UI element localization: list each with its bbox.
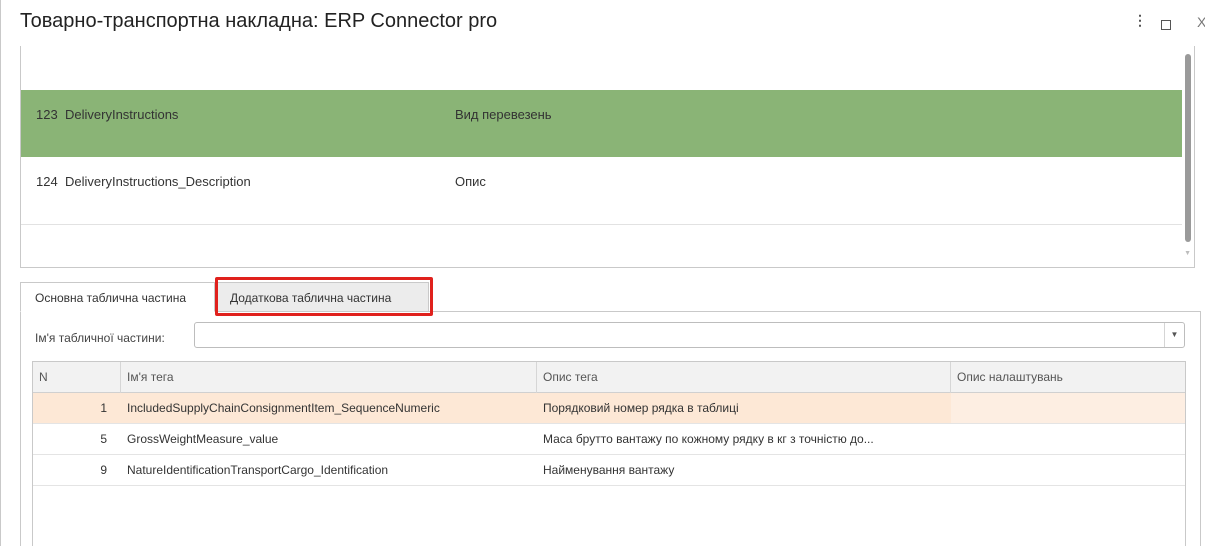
tags-table[interactable]: N Ім'я тега Опис тега Опис налаштувань 1… — [32, 361, 1186, 546]
column-header-settings-description[interactable]: Опис налаштувань — [951, 362, 1185, 393]
cell-tag-name: NatureIdentificationTransportCargo_Ident… — [127, 463, 389, 477]
column-header-tag-description[interactable]: Опис тега — [537, 362, 951, 393]
row-number: 124 — [36, 174, 58, 189]
column-header-n[interactable]: N — [33, 362, 121, 393]
row-tag-description: Вид перевезень — [455, 107, 552, 122]
table-header: N Ім'я тега Опис тега Опис налаштувань — [33, 362, 1185, 393]
table-row[interactable]: 9 NatureIdentificationTransportCargo_Ide… — [33, 455, 1185, 486]
cell-settings-description — [951, 455, 1185, 485]
tab-additional-table-part[interactable]: Додаткова таблична частина — [217, 282, 429, 312]
column-header-tag-name[interactable]: Ім'я тега — [121, 362, 537, 393]
cell-settings-description — [951, 424, 1185, 454]
cell-n: 9 — [100, 463, 107, 477]
cell-n: 1 — [100, 401, 107, 415]
row-number: 123 — [36, 107, 58, 122]
chevron-down-icon[interactable]: ▼ — [1164, 323, 1184, 347]
table-part-name-label: Ім'я табличної частини: — [35, 331, 165, 345]
cell-tag-description: Найменування вантажу — [543, 463, 675, 477]
cell-tag-description: Порядковий номер рядка в таблиці — [543, 401, 739, 415]
close-icon[interactable]: X — [1197, 14, 1205, 30]
scroll-down-icon[interactable]: ▼ — [1184, 250, 1191, 257]
list-item[interactable]: 123 DeliveryInstructions Вид перевезень — [21, 90, 1182, 157]
list-item[interactable]: 124 DeliveryInstructions_Description Опи… — [21, 157, 1182, 224]
window-title: Товарно-транспортна накладна: ERP Connec… — [20, 10, 498, 32]
cell-n: 5 — [100, 432, 107, 446]
table-part-name-select[interactable]: ▼ — [194, 322, 1185, 348]
divider — [21, 224, 1182, 225]
tab-main-table-part[interactable]: Основна таблична частина — [20, 282, 215, 312]
row-tag-name: DeliveryInstructions — [65, 107, 179, 122]
table-row[interactable]: 5 GrossWeightMeasure_value Маса брутто в… — [33, 424, 1185, 455]
more-vertical-icon[interactable]: ⋮ — [1133, 12, 1147, 29]
vertical-scrollbar[interactable] — [1185, 54, 1191, 242]
table-row[interactable]: 1 IncludedSupplyChainConsignmentItem_Seq… — [33, 393, 1185, 424]
cell-tag-name: GrossWeightMeasure_value — [127, 432, 279, 446]
row-tag-name: DeliveryInstructions_Description — [65, 174, 251, 189]
document-window: Товарно-транспортна накладна: ERP Connec… — [0, 0, 1205, 546]
title-bar: Товарно-транспортна накладна: ERP Connec… — [1, 0, 1205, 46]
row-tag-description: Опис — [455, 174, 486, 189]
cell-tag-name: IncludedSupplyChainConsignmentItem_Seque… — [127, 401, 440, 415]
cell-tag-description: Маса брутто вантажу по кожному рядку в к… — [543, 432, 874, 446]
maximize-icon[interactable] — [1161, 20, 1171, 30]
attributes-list[interactable]: 123 DeliveryInstructions Вид перевезень … — [20, 46, 1195, 268]
cell-settings-description — [951, 393, 1185, 423]
